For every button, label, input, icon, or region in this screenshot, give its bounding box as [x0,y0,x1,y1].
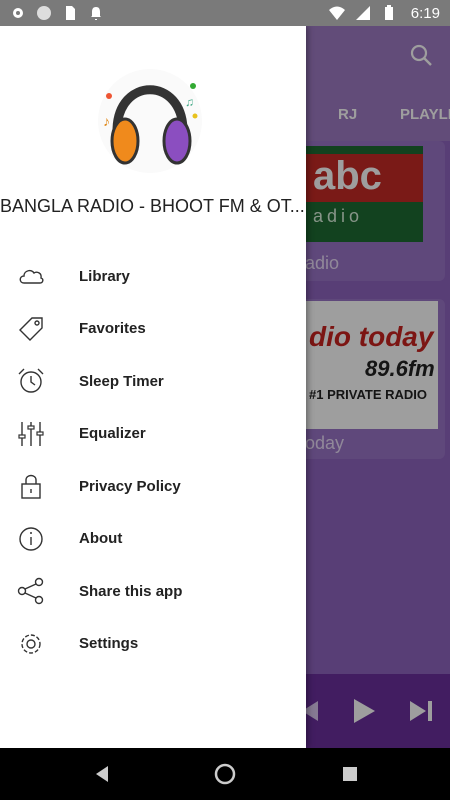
menu-label: Privacy Policy [79,477,181,495]
navigation-drawer: ♪ ♫ BANGLA RADIO - BHOOT FM & OT... Libr… [0,26,306,748]
gear-icon [13,8,23,18]
svg-text:♫: ♫ [185,95,194,109]
menu-item-about[interactable]: About [0,513,306,566]
drawer-menu: Library Favorites Sleep Timer Equalizer … [0,250,306,670]
headphones-logo: ♪ ♫ [98,69,202,173]
share-icon [17,578,44,605]
drawer-title: BANGLA RADIO - BHOOT FM & OT... [0,196,305,216]
menu-label: Library [79,267,130,285]
recent-apps-icon[interactable] [338,762,362,786]
alarm-clock-icon [18,368,44,393]
cloud-icon [19,270,44,284]
battery-icon [384,5,393,20]
gear-icon [21,634,41,654]
system-nav-bar [0,748,450,800]
wifi-icon [328,6,345,20]
home-icon[interactable] [213,762,237,786]
menu-label: Favorites [79,320,146,338]
menu-item-equalizer[interactable]: Equalizer [0,408,306,461]
svg-text:♪: ♪ [103,113,110,129]
status-time: 6:19 [410,4,440,22]
back-icon[interactable] [90,762,114,786]
menu-label: Sleep Timer [79,372,164,390]
equalizer-icon [18,421,44,446]
circle-icon [37,6,51,20]
menu-item-library[interactable]: Library [0,250,306,303]
status-bar: 6:19 [0,0,450,26]
menu-item-sleep-timer[interactable]: Sleep Timer [0,355,306,408]
menu-label: Share this app [79,582,183,600]
signal-icon [355,6,370,20]
menu-item-privacy-policy[interactable]: Privacy Policy [0,460,306,513]
tag-icon [19,317,43,341]
sd-card-icon [66,6,75,20]
menu-label: Equalizer [79,425,146,443]
lock-icon [21,475,41,499]
bell-icon [91,7,101,20]
info-icon [19,527,43,551]
menu-item-favorites[interactable]: Favorites [0,303,306,356]
menu-label: Settings [79,635,139,653]
menu-item-share[interactable]: Share this app [0,565,306,618]
menu-item-settings[interactable]: Settings [0,618,306,671]
menu-label: About [79,530,123,548]
